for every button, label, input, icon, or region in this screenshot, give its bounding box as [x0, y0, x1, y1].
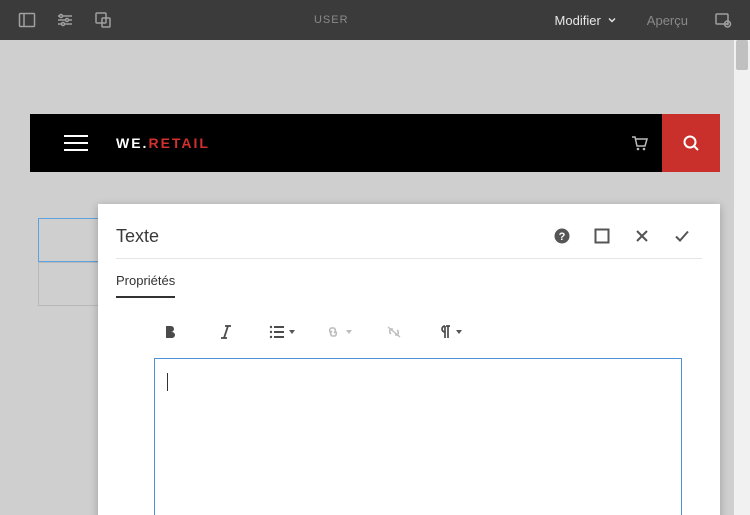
dialog-divider: [116, 258, 702, 259]
editor-canvas: WE.RETAIL Texte ?: [0, 40, 750, 515]
italic-button[interactable]: [212, 320, 240, 344]
link-icon: [324, 324, 342, 340]
paraformat-dropdown-button[interactable]: [436, 320, 464, 344]
vertical-scrollbar[interactable]: [734, 40, 750, 515]
rich-text-editor[interactable]: [154, 358, 682, 515]
close-icon: [634, 228, 650, 244]
list-icon: [269, 324, 285, 340]
edit-mode-label: Modifier: [555, 13, 601, 28]
side-panel-toggle-button[interactable]: [8, 0, 46, 40]
search-icon: [681, 133, 701, 153]
preview-label: Aperçu: [647, 13, 688, 28]
author-top-toolbar: USER Modifier Aperçu: [0, 0, 750, 40]
cart-button[interactable]: [616, 114, 662, 172]
help-button[interactable]: ?: [542, 216, 582, 256]
caret-down-icon: [289, 330, 295, 334]
unlink-icon: [385, 324, 403, 340]
bold-button[interactable]: [156, 320, 184, 344]
brand-logo[interactable]: WE.RETAIL: [116, 135, 210, 151]
annotate-button[interactable]: [704, 0, 742, 40]
caret-down-icon: [456, 330, 462, 334]
site-header: WE.RETAIL: [30, 114, 720, 172]
italic-icon: [219, 324, 233, 340]
scrollbar-thumb[interactable]: [736, 40, 748, 70]
search-button[interactable]: [662, 114, 720, 172]
list-dropdown-button[interactable]: [268, 320, 296, 344]
caret-down-icon: [346, 330, 352, 334]
text-edit-dialog: Texte ? Propriétés: [98, 204, 720, 515]
check-icon: [673, 227, 691, 245]
page-mode-label: USER: [122, 14, 541, 26]
rte-toolbar: [116, 320, 702, 344]
preview-button[interactable]: Aperçu: [633, 0, 702, 40]
cart-icon: [629, 133, 649, 153]
fullscreen-button[interactable]: [582, 216, 622, 256]
layer-mode-dropdown[interactable]: Modifier: [541, 0, 631, 40]
confirm-button[interactable]: [662, 216, 702, 256]
bold-icon: [162, 324, 178, 340]
fullscreen-icon: [594, 228, 610, 244]
tab-properties[interactable]: Propriétés: [116, 273, 175, 298]
hyperlink-dropdown-button[interactable]: [324, 320, 352, 344]
dialog-header: Texte ?: [116, 216, 702, 256]
emulator-button[interactable]: [84, 0, 122, 40]
page-info-button[interactable]: [46, 0, 84, 40]
unlink-button[interactable]: [380, 320, 408, 344]
menu-button[interactable]: [64, 130, 88, 156]
help-icon: ?: [553, 227, 571, 245]
svg-text:?: ?: [559, 231, 566, 243]
dialog-tabs: Propriétés: [116, 273, 702, 298]
dialog-title: Texte: [116, 226, 542, 247]
chevron-down-icon: [607, 15, 617, 25]
cancel-button[interactable]: [622, 216, 662, 256]
pilcrow-icon: [438, 324, 452, 340]
text-cursor: [167, 373, 168, 391]
